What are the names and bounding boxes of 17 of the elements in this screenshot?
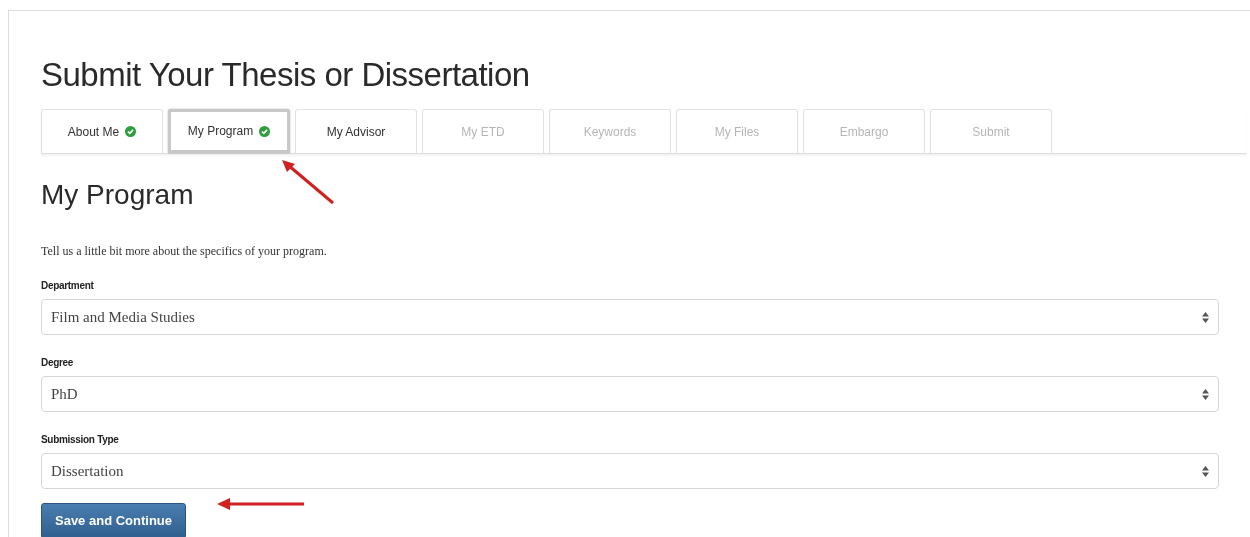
save-continue-button[interactable]: Save and Continue <box>41 503 186 537</box>
intro-text: Tell us a little bit more about the specifics of your program. <box>41 243 328 260</box>
page-title: Submit Your Thesis or Dissertation <box>41 55 530 95</box>
arrow-annotation-drawing <box>280 158 336 206</box>
select-field[interactable]: Film and Media Studies <box>41 299 1219 335</box>
section-title: My Program <box>41 178 194 212</box>
field-label: Degree <box>41 356 74 370</box>
select-field[interactable]: PhD <box>41 376 1219 412</box>
field-label: Department <box>41 279 94 293</box>
field-label: Submission Type <box>41 433 119 447</box>
tab[interactable]: My Advisor <box>295 109 417 153</box>
up-down-caret-icon <box>1202 465 1209 477</box>
tab[interactable]: About Me <box>41 109 163 153</box>
select-field[interactable]: Dissertation <box>41 453 1219 489</box>
tab[interactable]: My Program <box>168 109 290 153</box>
up-down-caret-icon <box>1202 388 1209 400</box>
up-down-caret-icon <box>1202 311 1209 323</box>
